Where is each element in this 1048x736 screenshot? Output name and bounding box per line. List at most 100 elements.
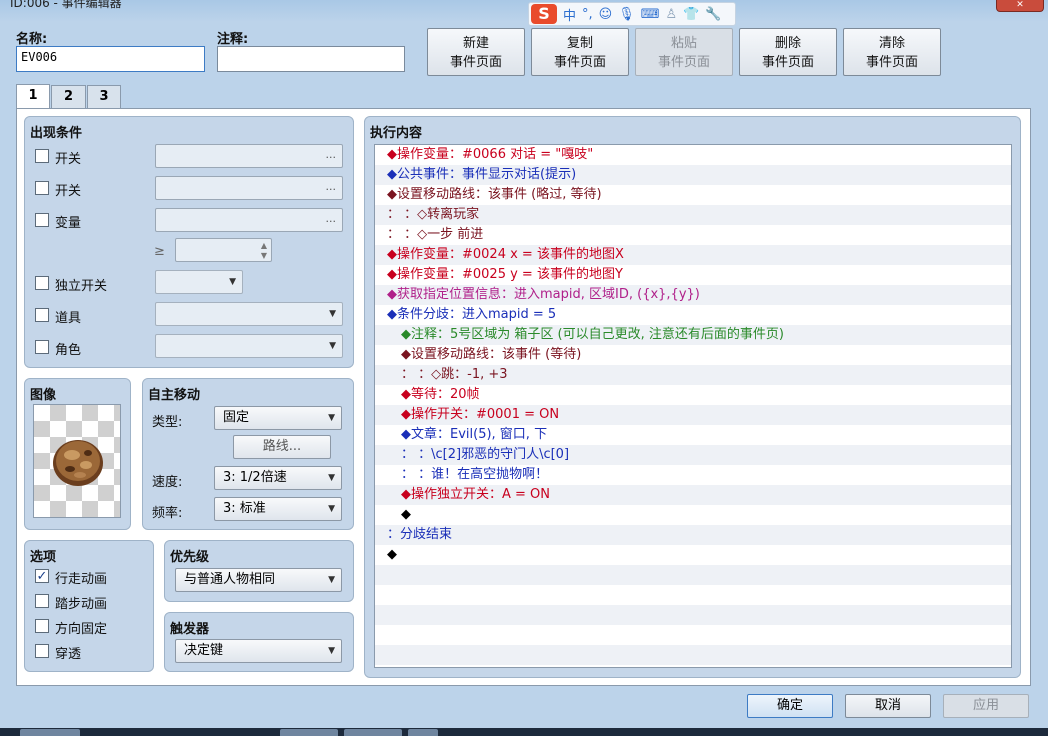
frequency-dropdown[interactable]: 3: 标准 ▼: [214, 497, 342, 521]
clear-page-line1: 清除: [878, 36, 905, 51]
switch2-checkbox[interactable]: [35, 181, 49, 195]
command-row[interactable]: ： ：◇跳：-1, +3: [375, 365, 1011, 385]
note-input[interactable]: [217, 46, 405, 72]
keyboard-icon[interactable]: ⌨: [641, 7, 660, 22]
event-command-list[interactable]: ◆操作变量：#0066 对话 = "嘎吱" ◆公共事件：事件显示对话(提示) ◆设置…: [374, 144, 1012, 668]
command-row[interactable]: ◆获取指定位置信息：进入mapid, 区域ID, ({x},{y}): [375, 285, 1011, 305]
tab-page-3[interactable]: 3: [87, 85, 121, 109]
switch2-field[interactable]: ...: [155, 176, 343, 200]
clear-page-button[interactable]: 清除 事件页面: [843, 28, 941, 76]
command-row[interactable]: ◆公共事件：事件显示对话(提示): [375, 165, 1011, 185]
command-row[interactable]: ◆条件分歧：进入mapid = 5: [375, 305, 1011, 325]
ime-toolbar[interactable]: S 中 °, ☺ 🎙 ⌨ ♙ 👕 🔧: [528, 2, 736, 26]
command-row[interactable]: ： ：◇转离玩家: [375, 205, 1011, 225]
image-title: 图像: [30, 388, 57, 403]
command-row[interactable]: ◆操作变量：#0066 对话 = "嘎吱": [375, 145, 1011, 165]
direction-fix-checkbox[interactable]: [35, 619, 49, 633]
ge-symbol: ≥: [154, 244, 165, 259]
command-row[interactable]: ◆文章：Evil(5), 窗口, 下: [375, 425, 1011, 445]
stepping-anim-checkbox[interactable]: [35, 594, 49, 608]
command-row[interactable]: ◆操作开关：#0001 = ON: [375, 405, 1011, 425]
actor-checkbox[interactable]: [35, 340, 49, 354]
speed-label: 速度:: [152, 475, 183, 490]
command-row[interactable]: [375, 565, 1011, 585]
priority-dropdown[interactable]: 与普通人物相同 ▼: [175, 568, 342, 592]
command-row[interactable]: ： ：◇一步 前进: [375, 225, 1011, 245]
command-row[interactable]: ：分歧结束: [375, 525, 1011, 545]
item-dropdown[interactable]: ▼: [155, 302, 343, 326]
command-row[interactable]: ◆: [375, 505, 1011, 525]
spin-down-icon[interactable]: ▼: [261, 246, 267, 266]
variable-field[interactable]: ...: [155, 208, 343, 232]
command-row[interactable]: ◆注释：5号区域为 箱子区 (可以自己更改, 注意还有后面的事件页): [375, 325, 1011, 345]
item-checkbox[interactable]: [35, 308, 49, 322]
item-label: 道具: [55, 311, 82, 326]
smile-icon[interactable]: ☺: [599, 7, 613, 22]
walking-anim-checkbox[interactable]: ✓: [35, 568, 49, 584]
command-row[interactable]: ◆设置移动路线：该事件 (等待): [375, 345, 1011, 365]
taskbar-item[interactable]: [20, 729, 80, 736]
event-image[interactable]: [33, 404, 121, 518]
command-row[interactable]: ◆操作独立开关：A = ON: [375, 485, 1011, 505]
actor-dropdown[interactable]: ▼: [155, 334, 343, 358]
name-input[interactable]: EV006: [16, 46, 205, 72]
command-row[interactable]: [375, 645, 1011, 665]
note-label: 注释:: [217, 32, 249, 47]
command-row[interactable]: [375, 585, 1011, 605]
direction-fix-label: 方向固定: [55, 622, 108, 637]
command-row[interactable]: ◆: [375, 545, 1011, 565]
shirt-icon[interactable]: 👕: [683, 7, 699, 22]
command-row[interactable]: ◆操作变量：#0024 x = 该事件的地图X: [375, 245, 1011, 265]
ime-punct[interactable]: °,: [582, 7, 593, 22]
command-row[interactable]: ◆操作变量：#0025 y = 该事件的地图Y: [375, 265, 1011, 285]
stepping-anim-label: 踏步动画: [55, 597, 108, 612]
command-row[interactable]: ◆等待：20帧: [375, 385, 1011, 405]
variable-value-stepper[interactable]: ▲ ▼: [175, 238, 272, 262]
ok-button[interactable]: 确定: [747, 694, 833, 718]
command-row[interactable]: [375, 605, 1011, 625]
self-switch-checkbox[interactable]: [35, 276, 49, 290]
paste-page-button[interactable]: 粘贴 事件页面: [635, 28, 733, 76]
cancel-button[interactable]: 取消: [845, 694, 931, 718]
type-value: 固定: [223, 410, 250, 425]
speed-dropdown[interactable]: 3: 1/2倍速 ▼: [214, 466, 342, 490]
conditions-title: 出现条件: [30, 126, 83, 141]
mic-icon[interactable]: 🎙: [618, 7, 635, 22]
person-icon[interactable]: ♙: [666, 7, 678, 22]
chevron-down-icon: ▼: [329, 341, 336, 351]
speed-value: 3: 1/2倍速: [223, 470, 287, 485]
self-switch-label: 独立开关: [55, 279, 108, 294]
through-checkbox[interactable]: [35, 644, 49, 658]
taskbar-item[interactable]: [344, 729, 402, 736]
command-row[interactable]: ： ：谁！在高空抛物啊！: [375, 465, 1011, 485]
type-dropdown[interactable]: 固定 ▼: [214, 406, 342, 430]
new-page-button[interactable]: 新建 事件页面: [427, 28, 525, 76]
tab-page-2[interactable]: 2: [51, 85, 86, 109]
ime-mode[interactable]: 中: [563, 5, 576, 24]
options-title: 选项: [30, 550, 57, 565]
taskbar-item[interactable]: [280, 729, 338, 736]
chevron-down-icon: ▼: [328, 504, 335, 514]
self-switch-dropdown[interactable]: ▼: [155, 270, 243, 294]
route-button[interactable]: 路线...: [233, 435, 331, 459]
switch1-field[interactable]: ...: [155, 144, 343, 168]
command-row[interactable]: ： ：\c[2]邪恶的守门人\c[0]: [375, 445, 1011, 465]
trigger-dropdown[interactable]: 决定键 ▼: [175, 639, 342, 663]
paste-page-line1: 粘贴: [670, 36, 697, 51]
check-icon: ✓: [36, 568, 48, 584]
wrench-icon[interactable]: 🔧: [705, 7, 721, 22]
delete-page-button[interactable]: 删除 事件页面: [739, 28, 837, 76]
tab-page-1[interactable]: 1: [16, 84, 50, 110]
variable-checkbox[interactable]: [35, 213, 49, 227]
apply-button[interactable]: 应用: [943, 694, 1029, 718]
taskbar: [0, 728, 1048, 736]
delete-page-line2: 事件页面: [761, 55, 814, 70]
chevron-down-icon: ▼: [328, 646, 335, 656]
copy-page-button[interactable]: 复制 事件页面: [531, 28, 629, 76]
switch1-checkbox[interactable]: [35, 149, 49, 163]
command-row[interactable]: [375, 625, 1011, 645]
close-button[interactable]: ✕: [996, 0, 1044, 12]
trigger-value: 决定键: [184, 643, 224, 658]
taskbar-item[interactable]: [408, 729, 438, 736]
command-row[interactable]: ◆设置移动路线：该事件 (略过, 等待): [375, 185, 1011, 205]
